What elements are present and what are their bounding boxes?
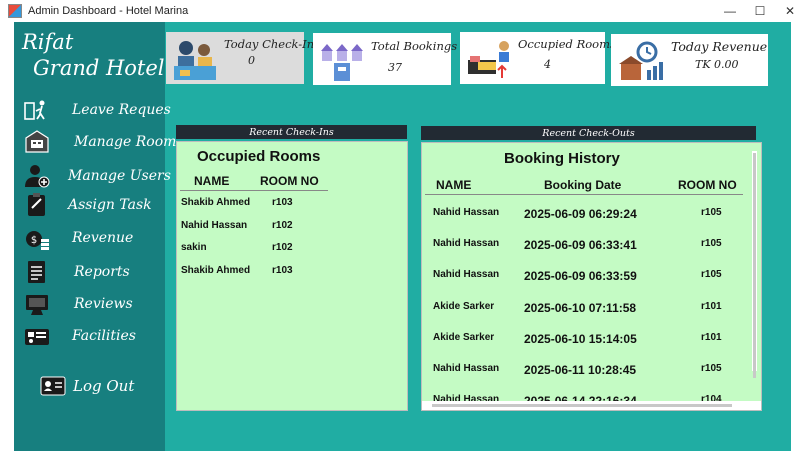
reviews-icon xyxy=(22,290,52,318)
recent-checkins-panel: Occupied Rooms NAME ROOM NO Shakib Ahmed… xyxy=(176,141,408,411)
hotel-icon xyxy=(319,39,367,81)
nav-manage-users[interactable]: Manage Users xyxy=(22,162,171,190)
leave-icon xyxy=(22,96,52,124)
stat-value-total-bookings: 37 xyxy=(388,61,402,74)
booking-history-title: Booking History xyxy=(504,150,620,167)
checkin-row-1-room: r103 xyxy=(272,197,293,208)
column-header-room-no: ROOM NO xyxy=(678,178,737,192)
recent-checkouts-header: Recent Check-Outs xyxy=(421,126,756,140)
stat-label-total-bookings: Total Bookings xyxy=(371,39,458,53)
bed-icon xyxy=(466,38,514,80)
checkout-row-6-name: Nahid Hassan xyxy=(433,363,500,374)
svg-text:$: $ xyxy=(31,235,37,246)
window-title: Admin Dashboard - Hotel Marina xyxy=(28,5,189,17)
window-controls: — ☐ ✕ xyxy=(715,0,805,22)
checkin-row-3-room: r102 xyxy=(272,242,293,253)
checkout-row-4-date: 2025-06-10 07:11:58 xyxy=(524,301,637,315)
logout-button[interactable]: Log Out xyxy=(38,372,178,400)
stat-label-today-revenue: Today Revenue xyxy=(671,39,768,54)
stat-label-occupied-rooms: Occupied Rooms xyxy=(518,37,616,51)
app-icon xyxy=(8,4,22,18)
brand-name-line2: Grand Hotel xyxy=(33,56,165,80)
nav-revenue[interactable]: $ Revenue xyxy=(22,224,162,252)
stat-label-today-checkin: Today Check-In xyxy=(224,37,315,51)
nav-manage-room[interactable]: Manage Room xyxy=(22,128,176,156)
nav-manage-room-label: Manage Room xyxy=(74,134,177,150)
checkout-row-1-date: 2025-06-09 06:29:24 xyxy=(524,207,637,221)
recent-checkins-header: Recent Check-Ins xyxy=(176,125,407,139)
checkout-row-5-name: Akide Sarker xyxy=(433,332,495,343)
chart-icon xyxy=(617,40,665,82)
minimize-button[interactable]: — xyxy=(715,0,745,22)
task-icon xyxy=(22,191,52,219)
checkout-row-4-room: r101 xyxy=(701,301,722,312)
nav-leave-request-label: Leave Reques xyxy=(72,102,171,118)
nav-facilities-label: Facilities xyxy=(72,328,136,344)
nav-assign-task[interactable]: Assign Task xyxy=(22,191,162,219)
close-button[interactable]: ✕ xyxy=(775,0,805,22)
brand-name-line1: Rifat xyxy=(22,30,74,54)
nav-reviews[interactable]: Reviews xyxy=(22,290,162,318)
checkout-row-3-room: r105 xyxy=(701,269,722,280)
checkin-row-4-name: Shakib Ahmed xyxy=(181,265,251,276)
checkout-row-3-name: Nahid Hassan xyxy=(433,269,500,280)
stat-value-today-revenue: TK 0.00 xyxy=(695,58,739,71)
reports-icon xyxy=(22,258,52,286)
checkin-row-3-name: sakin xyxy=(181,242,207,253)
facilities-icon xyxy=(22,322,52,350)
stat-value-today-checkin: 0 xyxy=(248,54,255,67)
stat-card-occupied-rooms: Occupied Rooms 4 xyxy=(460,32,616,84)
nav-facilities[interactable]: Facilities xyxy=(22,322,162,350)
column-header-name: NAME xyxy=(194,174,230,188)
nav-manage-users-label: Manage Users xyxy=(68,168,171,184)
horizontal-scrollbar-thumb[interactable] xyxy=(432,404,732,407)
column-header-name: NAME xyxy=(436,178,472,192)
stat-card-today-checkin: Today Check-In 0 xyxy=(166,32,314,84)
nav-reports-label: Reports xyxy=(74,264,130,280)
stat-value-occupied-rooms: 4 xyxy=(544,58,551,71)
nav-assign-task-label: Assign Task xyxy=(68,197,152,213)
nav-reviews-label: Reviews xyxy=(74,296,133,312)
logout-label: Log Out xyxy=(73,377,135,395)
header-divider xyxy=(180,190,328,191)
checkin-row-4-room: r103 xyxy=(272,265,293,276)
vertical-scrollbar-thumb[interactable] xyxy=(753,153,756,378)
recent-checkouts-panel: Booking History NAME Booking Date ROOM N… xyxy=(421,142,762,411)
checkout-row-5-date: 2025-06-10 15:14:05 xyxy=(524,332,637,346)
reception-icon xyxy=(172,38,220,80)
nav-reports[interactable]: Reports xyxy=(22,258,162,286)
checkout-row-6-date: 2025-06-11 10:28:45 xyxy=(524,363,637,377)
nav-revenue-label: Revenue xyxy=(72,230,134,246)
column-header-booking-date: Booking Date xyxy=(544,178,622,192)
checkin-row-2-name: Nahid Hassan xyxy=(181,220,248,231)
checkin-row-2-room: r102 xyxy=(272,220,293,231)
header-divider xyxy=(425,194,743,195)
checkout-row-1-name: Nahid Hassan xyxy=(433,207,500,218)
room-icon xyxy=(22,128,52,156)
column-header-room-no: ROOM NO xyxy=(260,174,319,188)
maximize-button[interactable]: ☐ xyxy=(745,0,775,22)
checkout-row-4-name: Akide Sarker xyxy=(433,301,495,312)
window-titlebar: Admin Dashboard - Hotel Marina — ☐ ✕ xyxy=(0,0,805,22)
occupied-rooms-title: Occupied Rooms xyxy=(197,148,321,165)
checkout-row-2-name: Nahid Hassan xyxy=(433,238,500,249)
revenue-icon: $ xyxy=(22,224,52,252)
stat-card-today-revenue: Today Revenue TK 0.00 xyxy=(611,34,768,86)
users-icon xyxy=(22,162,52,190)
checkin-row-1-name: Shakib Ahmed xyxy=(181,197,251,208)
checkout-row-5-room: r101 xyxy=(701,332,722,343)
nav-leave-request[interactable]: Leave Reques xyxy=(22,96,171,124)
checkout-row-6-room: r105 xyxy=(701,363,722,374)
checkout-row-2-date: 2025-06-09 06:33:41 xyxy=(524,238,637,252)
checkout-row-1-room: r105 xyxy=(701,207,722,218)
checkout-row-2-room: r105 xyxy=(701,238,722,249)
checkout-row-3-date: 2025-06-09 06:33:59 xyxy=(524,269,637,283)
logout-icon xyxy=(38,372,68,400)
stat-card-total-bookings: Total Bookings 37 xyxy=(313,33,457,85)
